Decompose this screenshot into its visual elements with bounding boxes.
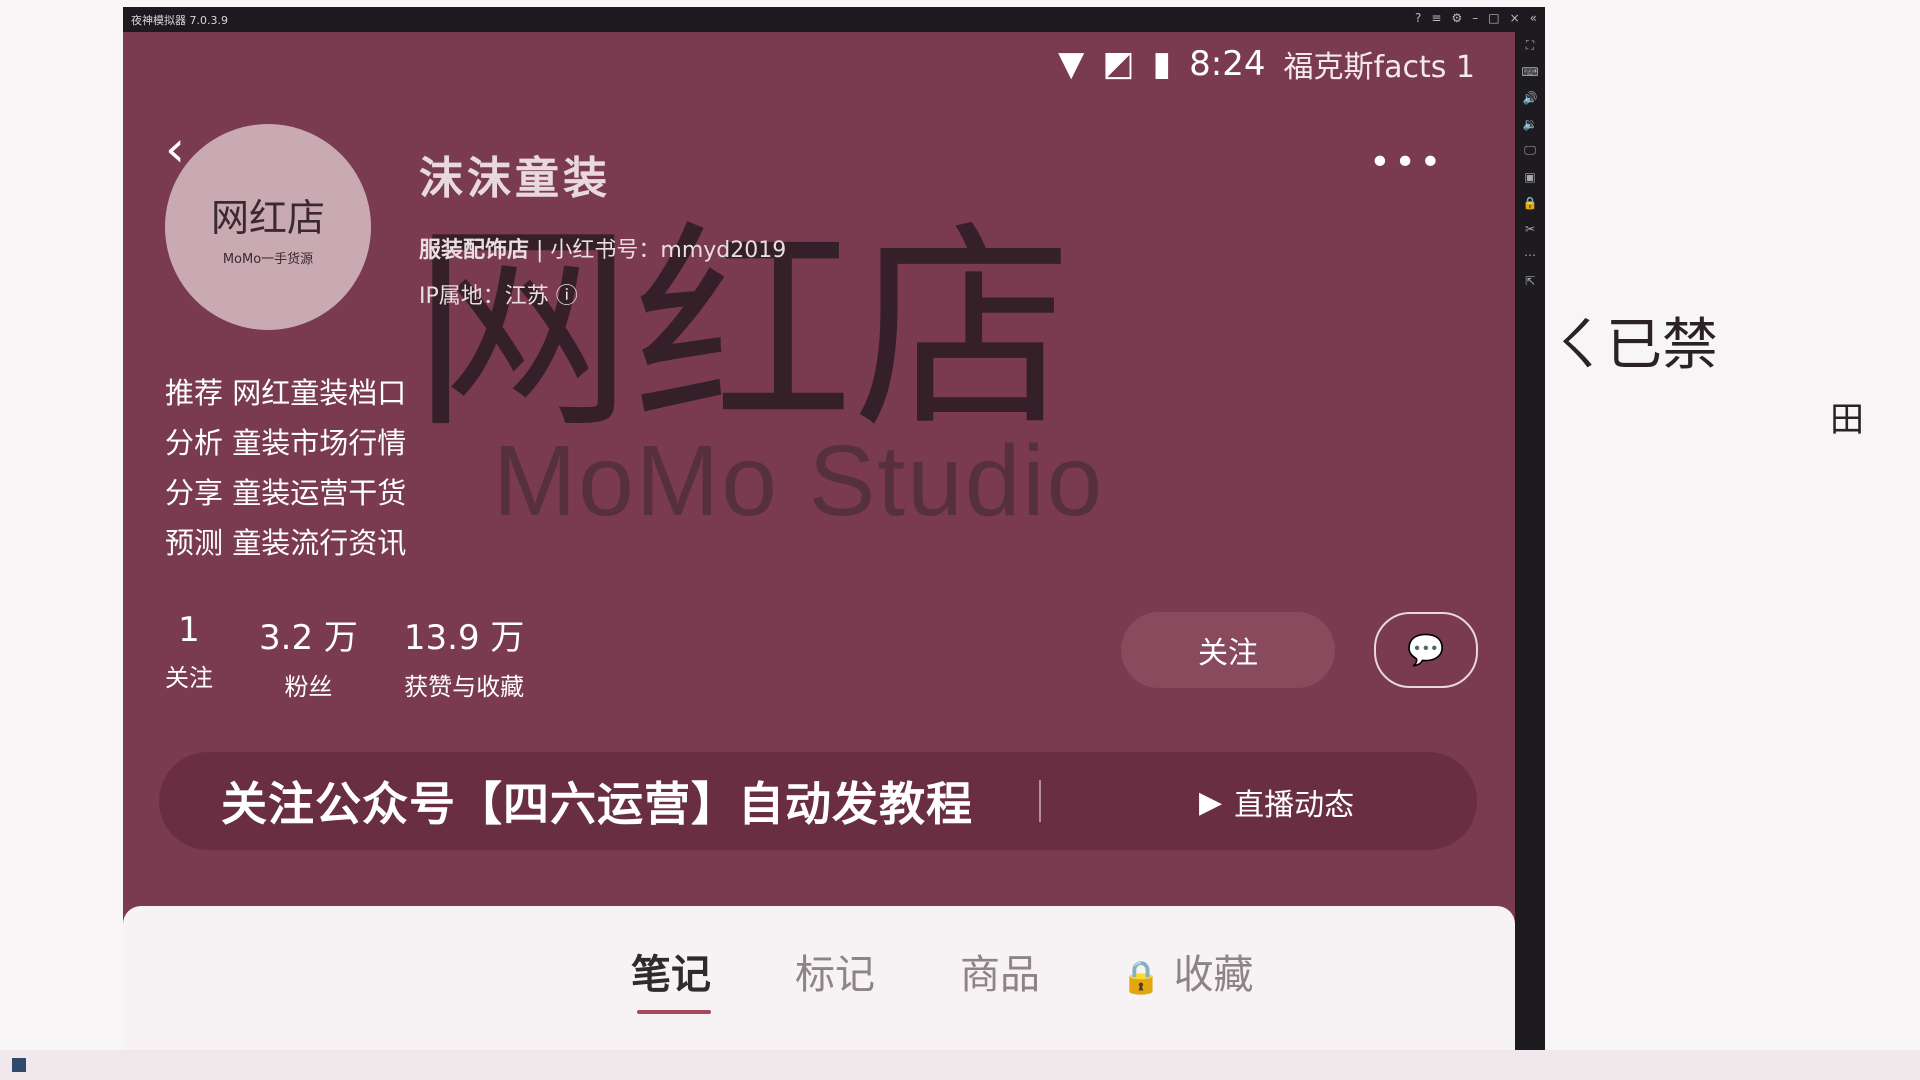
tab-collections-label: 收藏 <box>1173 952 1254 998</box>
more-options-icon[interactable]: ••• <box>1369 142 1445 183</box>
close-button[interactable]: × <box>1510 11 1520 25</box>
live-updates-label: 直播动态 <box>1234 788 1355 823</box>
help-icon[interactable]: ? <box>1415 11 1421 25</box>
tab-collections[interactable]: 🔒 收藏 <box>1121 942 1254 1000</box>
maximize-button[interactable]: □ <box>1488 11 1499 25</box>
profile-name: 沫沫童装 <box>419 153 611 204</box>
stat-likes-collects[interactable]: 13.9 万 获赞与收藏 <box>404 610 525 702</box>
settings-icon[interactable]: ⚙ <box>1451 11 1462 25</box>
promo-banner[interactable]: 关注公众号【四六运营】自动发教程 ▶ 直播动态 <box>159 752 1477 850</box>
status-time: 8:24 <box>1189 44 1266 84</box>
stat-followers[interactable]: 3.2 万 粉丝 <box>259 610 358 702</box>
follow-button[interactable]: 关注 <box>1121 612 1335 688</box>
info-icon[interactable]: ⓘ <box>556 284 578 309</box>
tab-marks[interactable]: 标记 <box>795 942 875 1000</box>
stat-following[interactable]: 1 关注 <box>165 610 213 702</box>
stat-value: 13.9 万 <box>403 618 525 658</box>
scissors-icon[interactable]: ✂ <box>1525 222 1535 236</box>
phone-screen: 网红店 MoMo Studio ▼ ◩ ▮ 8:24 福克斯facts 1 网红… <box>123 32 1515 1050</box>
emulator-title: 夜神模拟器 7.0.3.9 <box>131 13 228 27</box>
bio-line: 分析 童装市场行情 <box>165 426 407 460</box>
screen-icon[interactable]: 🖵 <box>1524 143 1536 158</box>
app-icon[interactable] <box>12 1058 26 1072</box>
external-link-icon[interactable]: ⇱ <box>1525 274 1535 288</box>
overlay-text: 福克斯facts 1 <box>1283 50 1475 85</box>
minimize-button[interactable]: – <box>1472 11 1478 25</box>
fullscreen-icon[interactable]: ⛶ <box>1526 38 1534 53</box>
background-studio-text: MoMo Studio <box>493 425 1105 537</box>
ip-location: IP属地：江苏 ⓘ <box>419 278 578 310</box>
wifi-icon: ▼ <box>1058 44 1085 84</box>
stat-label: 关注 <box>165 664 213 692</box>
active-tab-indicator <box>637 1010 711 1014</box>
profile-bio: 推荐 网红童装档口 分析 童装市场行情 分享 童装运营干货 预测 童装流行资讯 <box>165 368 406 568</box>
status-bar: ▼ ◩ ▮ 8:24 福克斯facts 1 <box>1058 42 1475 86</box>
battery-icon: ▮ <box>1152 44 1172 84</box>
emulator-sidebar: ⛶ ⌨ 🔊 🔉 🖵 ▣ 🔒 ✂ ⋯ ⇱ <box>1515 32 1545 1050</box>
volume-down-icon[interactable]: 🔉 <box>1523 117 1538 131</box>
bio-line: 分享 童装运营干货 <box>165 476 407 510</box>
avatar-text: 网红店 <box>210 196 325 240</box>
banner-divider <box>1039 780 1041 822</box>
xhs-id: 小红书号：mmyd2019 <box>550 238 787 263</box>
stat-label: 粉丝 <box>284 673 333 701</box>
window-controls: ? ≡ ⚙ – □ × « <box>1415 11 1537 25</box>
avatar[interactable]: 网红店 MoMo一手货源 <box>165 124 371 330</box>
lock-icon: 🔒 <box>1121 958 1161 996</box>
tab-products[interactable]: 商品 <box>960 942 1040 1000</box>
whiteboard-stroke-2: 田 <box>1830 400 1864 440</box>
stat-value: 1 <box>178 610 200 650</box>
lock-icon[interactable]: 🔒 <box>1523 196 1538 210</box>
avatar-subtext: MoMo一手货源 <box>222 252 314 267</box>
volume-up-icon[interactable]: 🔊 <box>1523 91 1538 105</box>
back-icon[interactable]: ‹ <box>165 120 185 178</box>
profile-meta-line: 服装配饰店 | 小红书号：mmyd2019 <box>419 232 786 264</box>
whiteboard-stroke-1: ㄑ已禁 <box>1550 313 1718 378</box>
bio-line: 推荐 网红童装档口 <box>165 376 407 410</box>
content-tabs: 笔记 标记 商品 🔒 收藏 <box>123 906 1515 1050</box>
more-icon[interactable]: ⋯ <box>1524 248 1536 262</box>
profile-stats: 1 关注 3.2 万 粉丝 13.9 万 获赞与收藏 <box>165 610 524 702</box>
message-button[interactable]: 💬 <box>1374 612 1478 688</box>
keyboard-icon[interactable]: ⌨ <box>1521 65 1538 79</box>
promo-text: 关注公众号【四六运营】自动发教程 <box>221 777 973 831</box>
signal-icon: ◩ <box>1102 44 1135 84</box>
screenshot-icon[interactable]: ▣ <box>1524 170 1535 184</box>
chat-bubble-icon: 💬 <box>1407 632 1445 668</box>
store-category: 服装配饰店 <box>419 238 530 263</box>
live-updates-link[interactable]: ▶ 直播动态 <box>1199 780 1354 824</box>
video-icon: ▶ <box>1199 784 1223 820</box>
ip-location-text: IP属地：江苏 <box>419 284 549 309</box>
stat-label: 获赞与收藏 <box>404 673 525 701</box>
collapse-sidebar-icon[interactable]: « <box>1530 11 1537 25</box>
emulator-titlebar: 夜神模拟器 7.0.3.9 ? ≡ ⚙ – □ × « <box>123 7 1545 32</box>
menu-icon[interactable]: ≡ <box>1431 11 1441 25</box>
stat-value: 3.2 万 <box>259 618 358 658</box>
tab-notes[interactable]: 笔记 <box>631 942 711 1000</box>
taskbar-strip <box>0 1050 1920 1080</box>
meta-divider: | <box>536 238 551 263</box>
bio-line: 预测 童装流行资讯 <box>165 526 407 560</box>
